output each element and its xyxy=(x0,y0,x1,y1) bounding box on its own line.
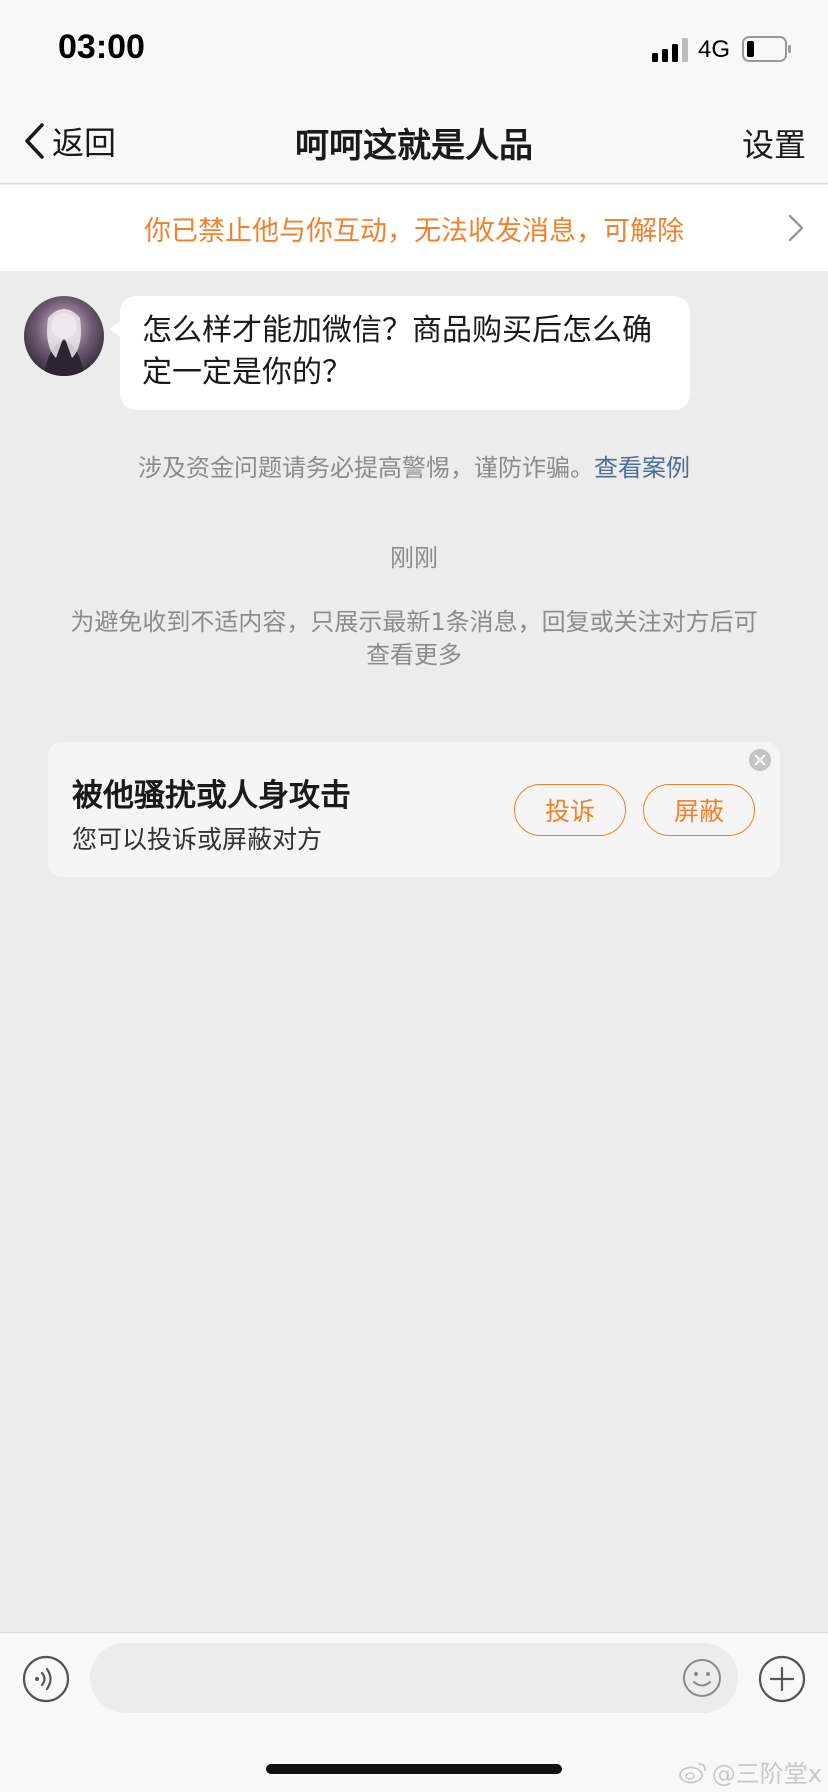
block-notice-banner[interactable]: 你已禁止他与你互动，无法收发消息，可解除 xyxy=(0,185,828,271)
watermark: @三阶堂x xyxy=(678,1754,822,1789)
status-bar: 03:00 4G xyxy=(0,0,828,100)
message-bubble[interactable]: 怎么样才能加微信？商品购买后怎么确定一定是你的？ xyxy=(110,296,690,410)
close-icon[interactable] xyxy=(748,748,772,772)
fraud-warning-text: 涉及资金问题请务必提高警惕，谨防诈骗。 xyxy=(138,454,594,482)
filter-notice: 为避免收到不适内容，只展示最新1条消息，回复或关注对方后可查看更多 xyxy=(70,608,758,669)
home-indicator xyxy=(266,1764,562,1774)
back-label: 返回 xyxy=(52,124,117,162)
view-cases-link[interactable]: 查看案例 xyxy=(594,454,690,482)
watermark-text: @三阶堂x xyxy=(711,1760,822,1788)
signal-bars-icon xyxy=(652,38,688,62)
chevron-right-icon xyxy=(788,214,804,242)
block-notice-text: 你已禁止他与你互动，无法收发消息，可解除 xyxy=(144,216,684,247)
nav-bar: 返回 呵呵这就是人品 设置 xyxy=(0,100,828,184)
complain-button[interactable]: 投诉 xyxy=(514,784,626,836)
voice-icon[interactable] xyxy=(22,1655,70,1703)
harassment-card-title: 被他骚扰或人身攻击 xyxy=(72,778,351,814)
plus-icon[interactable] xyxy=(758,1655,806,1703)
harassment-card: 被他骚扰或人身攻击 您可以投诉或屏蔽对方 投诉 屏蔽 xyxy=(48,742,780,877)
message-timestamp: 刚刚 xyxy=(390,544,438,572)
settings-button[interactable]: 设置 xyxy=(742,120,806,166)
network-type: 4G xyxy=(698,36,731,63)
weibo-icon xyxy=(678,1762,706,1783)
chevron-left-icon xyxy=(25,123,44,159)
avatar[interactable] xyxy=(24,296,104,376)
fraud-warning: 涉及资金问题请务必提高警惕，谨防诈骗。查看案例 xyxy=(0,448,828,483)
page-title: 呵呵这就是人品 xyxy=(295,126,533,166)
block-button[interactable]: 屏蔽 xyxy=(643,784,755,836)
message-text: 怎么样才能加微信？商品购买后怎么确定一定是你的？ xyxy=(142,313,652,390)
emoji-icon[interactable] xyxy=(682,1658,722,1698)
battery-low-icon xyxy=(742,36,791,62)
status-time: 03:00 xyxy=(58,28,145,66)
avatar-image xyxy=(24,296,104,376)
message-input[interactable] xyxy=(90,1643,738,1713)
harassment-card-subtitle: 您可以投诉或屏蔽对方 xyxy=(72,825,323,854)
back-button[interactable]: 返回 xyxy=(22,116,116,166)
